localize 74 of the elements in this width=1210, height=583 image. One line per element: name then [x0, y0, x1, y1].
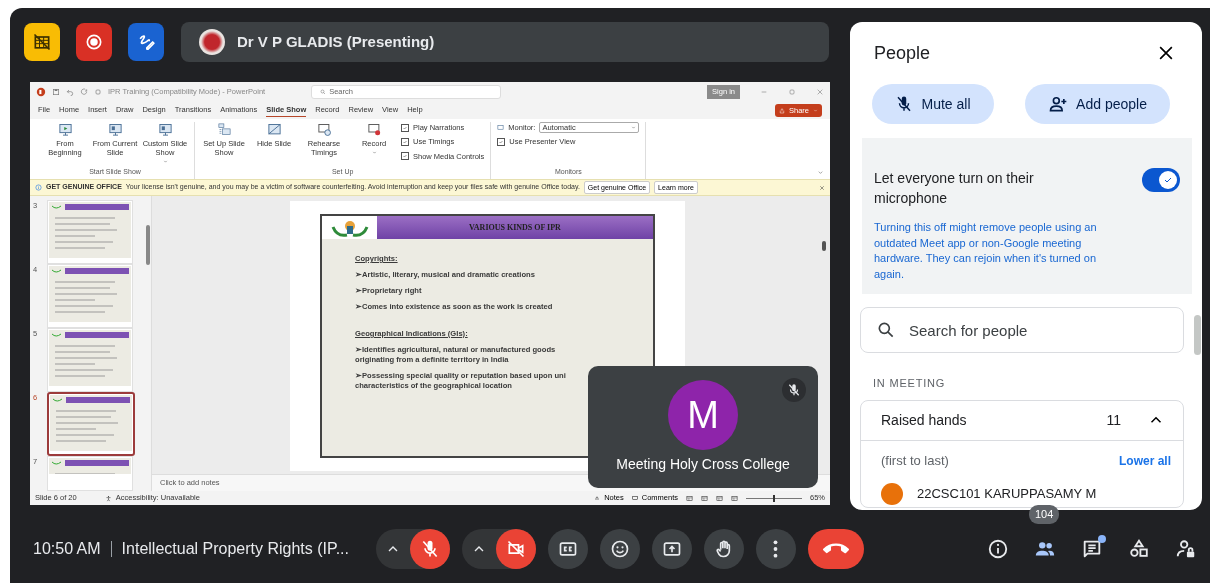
avatar: [881, 482, 903, 505]
microphone-button[interactable]: [409, 529, 450, 569]
view-icon[interactable]: [716, 494, 723, 502]
present-icon: [661, 539, 682, 559]
comment-icon: [631, 495, 638, 501]
record-screen-icon: [366, 122, 382, 137]
scrollbar-thumb[interactable]: [822, 241, 826, 251]
check-icon: [402, 153, 408, 160]
slide-screen-icon: [107, 122, 123, 137]
check-icon: [498, 138, 505, 145]
meeting-title: Intellectual Property Rights (IP...: [121, 539, 350, 559]
presenter-name: Dr V P GLADIS (Presenting): [237, 31, 435, 52]
avatar-photo: [199, 29, 225, 55]
mute-all-button[interactable]: Mute all: [872, 84, 994, 124]
participant-name: 22CSC101 KARUPPASAMY M: [917, 484, 1097, 503]
captions-icon: [557, 539, 578, 559]
lower-all-button[interactable]: Lower all: [1119, 451, 1171, 470]
captions-button[interactable]: [547, 529, 588, 569]
header-button[interactable]: [76, 23, 112, 61]
person-add-icon: [1048, 94, 1069, 114]
scrollbar-thumb[interactable]: [146, 225, 150, 265]
more-options-button[interactable]: [755, 529, 796, 569]
hide-slide-icon: [266, 122, 282, 137]
lock-person-icon: [1175, 538, 1197, 560]
view-icon[interactable]: [686, 494, 693, 502]
panel-title: People: [874, 41, 931, 65]
view-icon[interactable]: [731, 494, 738, 502]
search-icon: [320, 89, 327, 95]
camera-off-icon: [505, 539, 526, 559]
leave-call-button[interactable]: [807, 529, 864, 569]
setting-description: Turning this off might remove people using an outdated Meet app or non-Google meeting hardware. They can rejoin when it's turned on again.: [874, 220, 1098, 282]
clock: 10:50 AM: [33, 539, 101, 559]
info-icon: [987, 538, 1009, 560]
monitor-icon: [497, 124, 505, 132]
notes-icon: [594, 495, 601, 501]
play-screen-icon: [57, 122, 73, 137]
present-button[interactable]: [651, 529, 692, 569]
participant-name: Meeting Holy Cross College: [615, 455, 791, 474]
slide-thumbnail[interactable]: [47, 392, 135, 456]
powerpoint-logo-icon: [36, 87, 46, 97]
emoji-icon: [609, 539, 630, 559]
search-icon: [876, 320, 896, 340]
slide-list-icon: [216, 122, 232, 137]
record-icon: [84, 32, 104, 52]
raise-hand-button[interactable]: [703, 529, 744, 569]
scrollbar-thumb[interactable]: [1194, 315, 1201, 355]
microphone-toggle[interactable]: [1142, 168, 1180, 192]
participant-avatar: M: [668, 380, 738, 450]
screen-icon: [157, 122, 173, 137]
shapes-icon: [1128, 538, 1150, 560]
search-field[interactable]: Search for people: [860, 307, 1184, 353]
raised-hands-label: Raised hands: [881, 410, 967, 430]
grid-off-icon: [32, 32, 52, 52]
participant-count: 104: [1029, 505, 1060, 524]
camera-button[interactable]: [495, 529, 536, 569]
order-label: (first to last): [881, 451, 949, 470]
view-icon[interactable]: [701, 494, 708, 502]
chat-icon: [1081, 538, 1103, 560]
add-people-button[interactable]: Add people: [1025, 84, 1170, 124]
reactions-button[interactable]: [599, 529, 640, 569]
more-icon: [773, 540, 779, 558]
save-icon[interactable]: [52, 88, 60, 96]
logo-drawing: [329, 218, 370, 237]
share-icon: [779, 107, 785, 114]
header-button[interactable]: [128, 23, 164, 61]
setting-label: Let everyone turn on their microphone: [874, 169, 1035, 208]
section-label: IN MEETING: [873, 376, 947, 391]
timer-screen-icon: [316, 122, 332, 137]
raised-hands-count: 11: [1106, 410, 1121, 430]
header-button[interactable]: [24, 23, 60, 61]
slide-title: VARIOUS KINDS OF IPR: [469, 221, 561, 234]
close-icon[interactable]: [819, 184, 825, 191]
accessibility-icon: [104, 494, 112, 502]
info-icon: [35, 184, 42, 191]
